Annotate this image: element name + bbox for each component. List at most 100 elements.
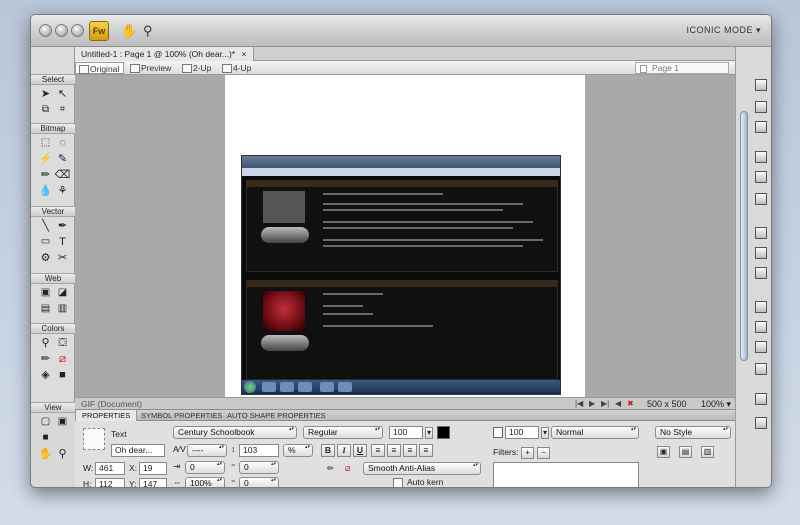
leading-field[interactable]: 103 [239,444,279,457]
space-before-field[interactable]: 0 [239,461,279,474]
stroke-color-icon[interactable]: ✏ [37,351,54,367]
zoom-magnifier-icon[interactable]: ⚲ [143,23,153,39]
align-left-icon[interactable]: ≡ [371,444,385,457]
full-screen-menu-mode-icon[interactable]: ▣ [54,414,71,430]
pointer-tool-icon[interactable]: ➤ [37,86,54,102]
line-tool-icon[interactable]: ╲ [37,218,54,234]
font-style-select[interactable]: Regular [303,426,383,439]
font-size-field[interactable]: 100 [389,426,423,439]
opacity-field[interactable]: 100 [505,426,539,439]
history-panel-icon[interactable] [755,171,767,183]
view-2up-button[interactable]: 2-Up [179,62,215,74]
document-tab[interactable]: Untitled-1 : Page 1 @ 100% (Oh dear...)*… [75,47,254,61]
close-tab-icon[interactable]: × [242,49,247,59]
styles-panel-icon[interactable] [755,267,767,279]
horizontal-scale-field[interactable]: 100% [185,477,225,487]
symbol-panel-icon[interactable] [755,393,767,405]
crop-tool-icon[interactable]: ⌗ [54,102,71,118]
show-slices-icon[interactable]: ▥ [54,301,71,317]
hand-tool-icon[interactable]: ✋ [121,23,137,39]
align-panel-icon[interactable] [755,301,767,313]
no-stroke-color-icon[interactable]: ⧄ [345,462,350,475]
canvas-area[interactable] [75,75,735,397]
view-preview-button[interactable]: Preview [127,62,175,74]
tab-symbol-properties[interactable]: SYMBOL PROPERTIES [135,410,228,421]
style-select[interactable]: No Style [655,426,731,439]
break-style-link-icon[interactable]: ▥ [701,446,714,458]
scale-tool-icon[interactable]: ⧉ [37,102,54,118]
view-original-button[interactable]: Original [75,62,125,74]
fill-color-icon[interactable]: ◈ [37,367,54,383]
minimize-window-button[interactable] [55,24,68,37]
standard-screen-mode-icon[interactable]: ▢ [37,414,54,430]
slice-tool-icon[interactable]: ◪ [54,285,71,301]
full-screen-mode-icon[interactable]: ■ [37,430,54,446]
height-field[interactable]: 112 [95,478,125,487]
font-family-select[interactable]: Century Schoolbook [173,426,297,439]
font-size-slider-arrow[interactable]: ▾ [425,427,433,439]
magic-wand-tool-icon[interactable]: ⚡ [37,151,54,167]
new-style-icon[interactable]: ▣ [657,446,670,458]
hotspot-tool-icon[interactable]: ▣ [37,285,54,301]
opacity-slider-arrow[interactable]: ▾ [541,427,549,439]
stroke-pencil-icon[interactable]: ✏ [327,462,334,475]
optimize-panel-icon[interactable] [755,79,767,91]
fill-swatch-icon[interactable]: ■ [54,367,71,383]
zoom-view-tool-icon[interactable]: ⚲ [54,446,71,462]
pen-tool-icon[interactable]: ✒ [54,218,71,234]
find-panel-icon[interactable] [755,363,767,375]
tab-properties[interactable]: PROPERTIES [75,410,138,421]
width-field[interactable]: 461 [95,462,125,475]
filters-list[interactable] [493,462,639,487]
panel-dock-scrollbar[interactable] [740,111,748,361]
workspace-mode-menu[interactable]: ICONIC MODE ▾ [686,25,761,36]
view-4up-button[interactable]: 4-Up [219,62,255,74]
x-field[interactable]: 19 [139,462,167,475]
redefine-style-icon[interactable]: ▤ [679,446,692,458]
pencil-tool-icon[interactable]: ✏ [37,167,54,183]
url-panel-icon[interactable] [755,417,767,429]
hand-view-tool-icon[interactable]: ✋ [37,446,54,462]
zoom-window-button[interactable] [71,24,84,37]
no-stroke-swatch-icon[interactable]: ⧄ [54,351,71,367]
align-right-icon[interactable]: ≡ [403,444,417,457]
blend-mode-select[interactable]: Normal [551,426,639,439]
subselect-tool-icon[interactable]: ↖ [54,86,71,102]
paint-bucket-tool-icon[interactable]: ⛋ [54,335,71,351]
eraser-tool-icon[interactable]: ⌫ [54,167,71,183]
indent-field[interactable]: 0 [185,461,225,474]
swatches-panel-icon[interactable] [755,247,767,259]
underline-button[interactable]: U [353,444,367,457]
pasted-screenshot-image[interactable] [241,155,561,395]
y-field[interactable]: 147 [139,478,167,487]
align-justify-icon[interactable]: ≡ [419,444,433,457]
knife-tool-icon[interactable]: ✂ [54,250,71,266]
freeform-tool-icon[interactable]: ⚙ [37,250,54,266]
auto-shape-panel-icon[interactable] [755,341,767,353]
space-after-field[interactable]: 0 [239,477,279,487]
path-panel-icon[interactable] [755,321,767,333]
rectangle-tool-icon[interactable]: ▭ [37,234,54,250]
page-selector[interactable]: Page 1 [635,62,729,74]
object-name-field[interactable]: Oh dear... [111,444,165,457]
blur-tool-icon[interactable]: 💧 [37,183,54,199]
library-panel-icon[interactable] [755,193,767,205]
lasso-tool-icon[interactable]: ◌ [54,135,71,151]
image-edit-panel-icon[interactable] [755,227,767,239]
rubber-stamp-tool-icon[interactable]: ⚘ [54,183,71,199]
close-window-button[interactable] [39,24,52,37]
anti-alias-select[interactable]: Smooth Anti-Alias [363,462,481,475]
pages-panel-icon[interactable] [755,151,767,163]
layers-panel-icon[interactable] [755,101,767,113]
text-color-swatch[interactable] [437,426,450,439]
italic-button[interactable]: I [337,444,351,457]
tab-auto-shape-properties[interactable]: AUTO SHAPE PROPERTIES [221,410,332,421]
bold-button[interactable]: B [321,444,335,457]
remove-filter-button[interactable]: − [537,447,550,459]
eyedropper-tool-icon[interactable]: ⚲ [37,335,54,351]
add-filter-button[interactable]: + [521,447,534,459]
kerning-select[interactable]: ---- [187,444,227,457]
auto-kern-checkbox[interactable] [393,478,403,487]
brush-tool-icon[interactable]: ✎ [54,151,71,167]
marquee-tool-icon[interactable]: ⬚ [37,135,54,151]
